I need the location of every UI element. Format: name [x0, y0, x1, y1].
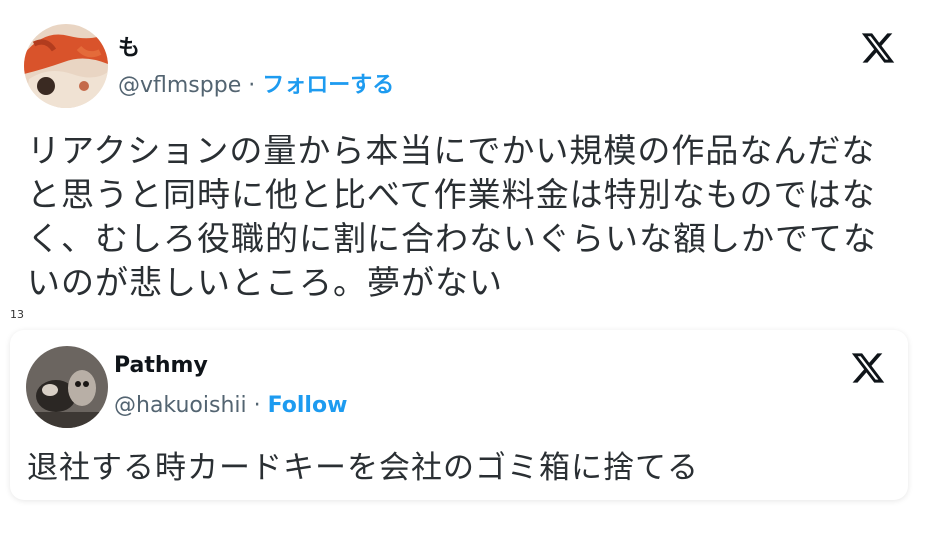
x-logo-icon[interactable] [860, 30, 896, 66]
tweet-text-line: 退社する時カードキーを会社のゴミ箱に捨てる [27, 450, 699, 486]
follow-button[interactable]: Follow [268, 393, 348, 418]
avatar[interactable] [24, 24, 108, 108]
display-name[interactable]: Pathmy [114, 355, 208, 377]
tweet-text: リアクションの量から本当にでかい規模の作品なんだな と思うと同時に他と比べて作業… [27, 129, 892, 305]
tweet-text: 退社する時カードキーを会社のゴミ箱に捨てる [27, 446, 892, 490]
separator-dot: · [253, 393, 261, 418]
tweet-text-line: と思うと同時に他と比べて作業料金は特別なものではな [27, 175, 876, 214]
tweet-text-line: く、むしろ役職的に割に合わないぐらいな額しかでてな [27, 219, 877, 258]
count-label: 13 [10, 308, 24, 321]
handle-line: @vflmsppe · フォローする [118, 75, 394, 97]
user-handle[interactable]: @vflmsppe [118, 73, 241, 98]
handle-line: @hakuoishii · Follow [114, 395, 347, 417]
display-name[interactable]: も [118, 38, 140, 60]
avatar[interactable] [26, 346, 108, 428]
follow-button[interactable]: フォローする [262, 73, 394, 98]
tweet-text-line: リアクションの量から本当にでかい規模の作品なんだな [27, 131, 876, 170]
user-handle[interactable]: @hakuoishii [114, 393, 247, 418]
page: も @vflmsppe · フォローする リアクションの量から本当にでかい規模の… [0, 0, 930, 543]
x-logo-icon[interactable] [850, 350, 886, 386]
separator-dot: · [248, 73, 256, 98]
tweet-card: も @vflmsppe · フォローする リアクションの量から本当にでかい規模の… [10, 4, 908, 302]
tweet-text-line: いのが悲しいところ。夢がない [27, 263, 503, 302]
tweet-card: Pathmy @hakuoishii · Follow 退社する時カードキーを会… [10, 330, 908, 500]
